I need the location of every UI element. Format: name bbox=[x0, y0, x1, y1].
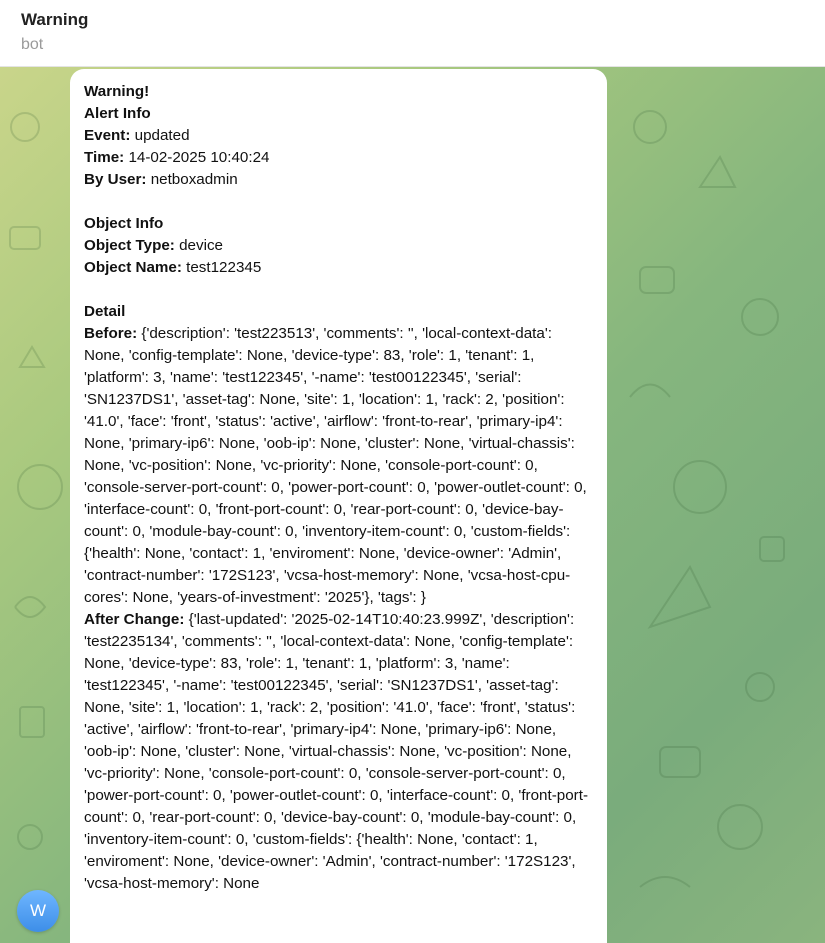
user-value: netboxadmin bbox=[146, 171, 238, 188]
before-value: {'description': 'test223513', 'comments'… bbox=[84, 325, 587, 606]
time-label: Time: bbox=[84, 149, 125, 166]
chat-header[interactable]: Warning bot bbox=[0, 0, 825, 67]
object-name-row: Object Name: test122345 bbox=[84, 257, 593, 279]
event-value: updated bbox=[130, 127, 190, 144]
after-label: After Change: bbox=[84, 611, 185, 628]
object-name-label: Object Name: bbox=[84, 259, 182, 276]
object-type-value: device bbox=[174, 237, 223, 254]
object-type-label: Object Type: bbox=[84, 237, 175, 254]
time-value: 14-02-2025 10:40:24 bbox=[124, 149, 270, 166]
chat-title: Warning bbox=[21, 10, 89, 29]
event-label: Event: bbox=[84, 127, 131, 144]
message-bubble[interactable]: Warning! Alert Info Event: updated Time:… bbox=[70, 69, 607, 943]
user-row: By User: netboxadmin bbox=[84, 169, 593, 191]
before-row: Before: {'description': 'test223513', 'c… bbox=[84, 323, 593, 609]
object-info-heading: Object Info bbox=[84, 215, 164, 232]
bot-avatar[interactable]: W bbox=[17, 890, 59, 932]
event-row: Event: updated bbox=[84, 125, 593, 147]
message-title: Warning! bbox=[84, 83, 150, 100]
after-row: After Change: {'last-updated': '2025-02-… bbox=[84, 609, 593, 895]
object-type-row: Object Type: device bbox=[84, 235, 593, 257]
chat-subtitle: bot bbox=[21, 36, 44, 53]
detail-heading: Detail bbox=[84, 303, 126, 320]
time-row: Time: 14-02-2025 10:40:24 bbox=[84, 147, 593, 169]
after-value: {'last-updated': '2025-02-14T10:40:23.99… bbox=[84, 611, 588, 892]
chat-background: Warning! Alert Info Event: updated Time:… bbox=[0, 67, 825, 943]
object-name-value: test122345 bbox=[181, 259, 262, 276]
alert-info-heading: Alert Info bbox=[84, 105, 151, 122]
before-label: Before: bbox=[84, 325, 138, 342]
user-label: By User: bbox=[84, 171, 147, 188]
